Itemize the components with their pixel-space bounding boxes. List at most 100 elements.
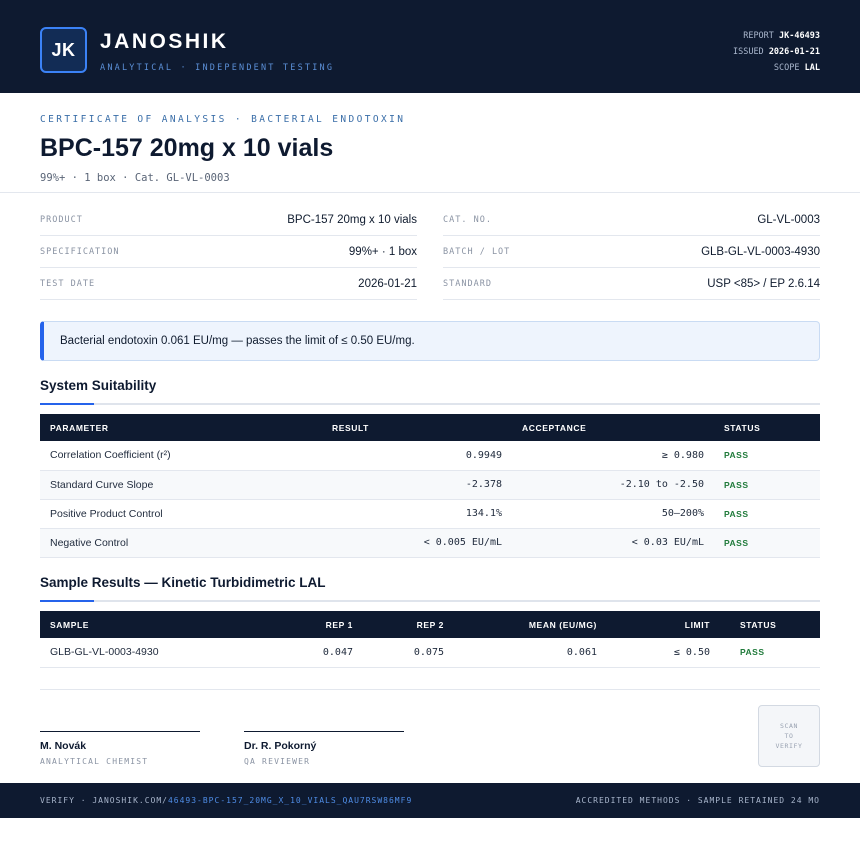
info-grid-left: PRODUCT BPC-157 20mg x 10 vials SPECIFIC… (40, 204, 417, 300)
acceptance-cell: < 0.03 EU/mL (512, 528, 714, 558)
column-header: STATUS (724, 422, 761, 433)
signatory-name: Dr. R. Pokorný (244, 740, 317, 752)
divider (0, 192, 860, 193)
qr-caption: SCAN TO VERIFY (775, 721, 802, 751)
report-meta: REPORT JK-46493 ISSUED 2026-01-21 SCOPE … (733, 28, 820, 76)
acceptance-cell: -2.10 to -2.50 (512, 470, 714, 500)
info-row-standard: STANDARD USP <85> / EP 2.6.14 (443, 268, 820, 300)
scope-meta-row: SCOPE LAL (733, 60, 820, 76)
brand-name: JANOSHIK (100, 30, 229, 53)
signatory-role: ANALYTICAL CHEMIST (40, 757, 149, 766)
table-row: Standard Curve Slope -2.378 -2.10 to -2.… (40, 470, 820, 500)
status-badge: PASS (720, 638, 820, 668)
column-header: PARAMETER (50, 422, 109, 433)
parameter-cell: Standard Curve Slope (40, 470, 322, 500)
report-number: JK-46493 (779, 31, 820, 41)
table-header-row: PARAMETER RESULT ACCEPTANCE STATUS (40, 414, 820, 441)
parameter-cell: Correlation Coefficient (r²) (40, 441, 322, 471)
info-value: 99%+ · 1 box (348, 245, 417, 258)
scope-value: LAL (804, 63, 820, 73)
info-row-product: PRODUCT BPC-157 20mg x 10 vials (40, 204, 417, 236)
issued-meta-row: ISSUED 2026-01-21 (733, 44, 820, 60)
page-subtitle: 99%+ · 1 box · Cat. GL-VL-0003 (40, 172, 230, 184)
info-label: SPECIFICATION (40, 246, 120, 257)
signature-block-reviewer: Dr. R. Pokorný QA REVIEWER (244, 731, 404, 766)
brand-logo: JK (40, 27, 87, 73)
column-header: STATUS (740, 619, 777, 630)
table-row: Positive Product Control 134.1% 50–200% … (40, 499, 820, 529)
qr-caption-line: SCAN (779, 722, 799, 730)
result-cell: -2.378 (322, 470, 512, 500)
result-banner: Bacterial endotoxin 0.061 EU/mg — passes… (40, 321, 820, 361)
report-label: REPORT (743, 31, 774, 41)
verify-line: VERIFY · JANOSHIK.COM/46493-BPC-157_20MG… (40, 796, 412, 805)
sample-results-table: SAMPLE REP 1 REP 2 MEAN (EU/MG) LIMIT ST… (40, 611, 820, 668)
info-grid-right: CAT. NO. GL-VL-0003 BATCH / LOT GLB-GL-V… (443, 204, 820, 300)
info-value: BPC-157 20mg x 10 vials (287, 213, 417, 226)
signatory-role: QA REVIEWER (244, 757, 311, 766)
info-label: CAT. NO. (443, 214, 492, 225)
info-row-batch: BATCH / LOT GLB-GL-VL-0003-4930 (443, 236, 820, 268)
column-header: REP 2 (416, 619, 444, 630)
section-divider (40, 600, 820, 602)
column-header: SAMPLE (50, 619, 90, 630)
limit-cell: ≤ 0.50 (607, 638, 720, 668)
rep2-cell: 0.075 (363, 638, 454, 668)
info-row-cat-no: CAT. NO. GL-VL-0003 (443, 204, 820, 236)
signature-block-chemist: M. Novák ANALYTICAL CHEMIST (40, 731, 200, 766)
status-badge: PASS (714, 499, 820, 529)
table-row: Negative Control < 0.005 EU/mL < 0.03 EU… (40, 528, 820, 558)
info-value: GLB-GL-VL-0003-4930 (701, 245, 820, 258)
section-title-system-suitability: System Suitability (40, 378, 157, 393)
section-divider-accent (40, 600, 94, 602)
mean-cell: 0.061 (454, 638, 607, 668)
status-badge: PASS (714, 441, 820, 471)
column-header: REP 1 (325, 619, 353, 630)
status-badge: PASS (714, 470, 820, 500)
info-label: STANDARD (443, 278, 492, 289)
info-label: PRODUCT (40, 214, 83, 225)
info-label: TEST DATE (40, 278, 96, 289)
column-header: ACCEPTANCE (522, 422, 587, 433)
table-row: GLB-GL-VL-0003-4930 0.047 0.075 0.061 ≤ … (40, 638, 820, 668)
parameter-cell: Negative Control (40, 528, 322, 558)
report-meta-row: REPORT JK-46493 (733, 28, 820, 44)
signatory-name: M. Novák (40, 740, 87, 752)
rep1-cell: 0.047 (272, 638, 363, 668)
result-cell: 0.9949 (322, 441, 512, 471)
brand-tagline: ANALYTICAL · INDEPENDENT TESTING (100, 63, 335, 73)
issued-date: 2026-01-21 (768, 47, 820, 57)
info-value: GL-VL-0003 (757, 213, 820, 226)
verify-prefix: VERIFY · JANOSHIK.COM/ (40, 796, 168, 805)
info-label: BATCH / LOT (443, 246, 511, 257)
issued-label: ISSUED (732, 47, 764, 57)
column-header: RESULT (332, 422, 369, 433)
qr-caption-line: TO (784, 732, 794, 740)
qr-caption-line: VERIFY (775, 742, 803, 750)
table-header-row: SAMPLE REP 1 REP 2 MEAN (EU/MG) LIMIT ST… (40, 611, 820, 638)
sample-cell: GLB-GL-VL-0003-4930 (40, 638, 272, 668)
section-divider (40, 403, 820, 405)
info-value: 2026-01-21 (358, 277, 417, 290)
system-suitability-table: PARAMETER RESULT ACCEPTANCE STATUS Corre… (40, 414, 820, 558)
status-badge: PASS (714, 528, 820, 558)
page-title: BPC-157 20mg x 10 vials (40, 134, 334, 162)
table-row: Correlation Coefficient (r²) 0.9949 ≥ 0.… (40, 441, 820, 471)
result-cell: < 0.005 EU/mL (322, 528, 512, 558)
scope-label: SCOPE (773, 63, 800, 73)
footer-bar: VERIFY · JANOSHIK.COM/46493-BPC-157_20MG… (0, 783, 860, 818)
info-row-specification: SPECIFICATION 99%+ · 1 box (40, 236, 417, 268)
footer-note: ACCREDITED METHODS · SAMPLE RETAINED 24 … (575, 796, 820, 805)
column-header: LIMIT (684, 619, 710, 630)
divider (40, 689, 820, 690)
acceptance-cell: ≥ 0.980 (512, 441, 714, 471)
info-value: USP <85> / EP 2.6.14 (707, 277, 820, 290)
info-row-test-date: TEST DATE 2026-01-21 (40, 268, 417, 300)
qr-code-placeholder[interactable]: SCAN TO VERIFY (758, 705, 820, 767)
acceptance-cell: 50–200% (512, 499, 714, 529)
parameter-cell: Positive Product Control (40, 499, 322, 529)
document-kicker: CERTIFICATE OF ANALYSIS · BACTERIAL ENDO… (40, 114, 406, 125)
result-cell: 134.1% (322, 499, 512, 529)
section-title-sample-results: Sample Results — Kinetic Turbidimetric L… (40, 575, 326, 590)
verify-link[interactable]: 46493-BPC-157_20MG_X_10_VIALS_QAU7RSW86M… (168, 796, 412, 805)
